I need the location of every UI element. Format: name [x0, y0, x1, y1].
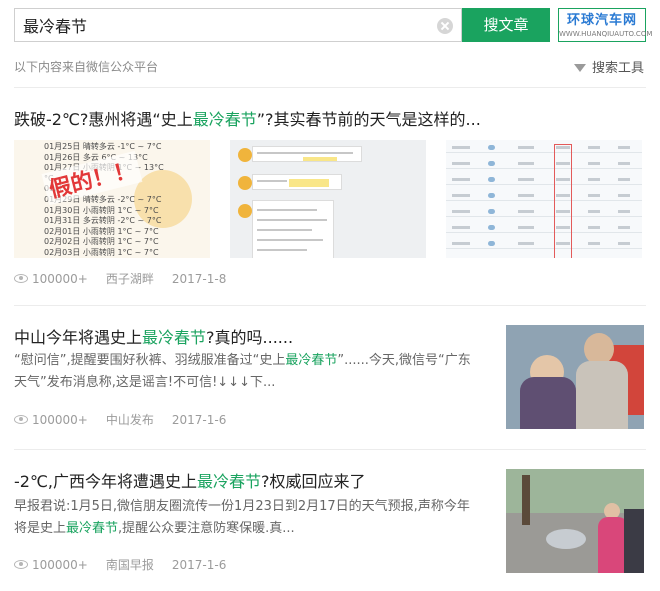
clear-icon[interactable] [437, 18, 453, 34]
result-1-thumb-chat[interactable] [230, 140, 426, 258]
source-note: 以下内容来自微信公众平台 [14, 60, 159, 74]
view-count: 100000+ [32, 558, 88, 572]
result-title-2[interactable]: 中山今年将遇史上最冷春节?真的吗...... [14, 324, 293, 348]
avatar [238, 204, 252, 218]
search-input[interactable] [15, 9, 435, 41]
chat-bubble [252, 174, 342, 190]
search-input-wrapper [14, 8, 462, 42]
view-count: 100000+ [32, 272, 88, 286]
result-1-thumb-table[interactable] [446, 140, 642, 258]
avatar [238, 148, 252, 162]
chat-bubble [252, 146, 362, 162]
title-text: -2℃,广西今年将遭遇史上 [14, 472, 198, 491]
result-meta: 100000+ 西子湖畔 2017-1-8 [14, 270, 226, 287]
publish-date: 2017-1-6 [171, 558, 227, 572]
result-2-thumb-photo[interactable] [506, 325, 644, 429]
result-3-thumb-photo[interactable] [506, 469, 644, 573]
eye-icon [14, 560, 28, 569]
site-logo-name: 环球汽车网 [566, 13, 637, 28]
avatar [238, 176, 252, 190]
title-keyword: 最冷春节 [192, 110, 257, 129]
eye-icon [14, 274, 28, 283]
highlight-box [554, 144, 572, 258]
search-tools-label: 搜索工具 [591, 61, 644, 76]
result-meta: 100000+ 中山发布 2017-1-6 [14, 411, 226, 428]
result-summary-2: “慰问信”,提醒要围好秋裤、羽绒服准备过“史上最冷春节”......今天,微信号… [14, 353, 471, 390]
site-logo-url: WWW.HUANQIUAUTO.COM [559, 30, 653, 38]
title-keyword: 最冷春节 [197, 472, 262, 491]
result-summary-3: 早报君说:1月5日,微信朋友圈流传一份1月23日到2月17日的天气预报,声称今年… [14, 499, 470, 536]
eye-icon [14, 415, 28, 424]
search-articles-button[interactable]: 搜文章 [462, 8, 550, 42]
divider [14, 449, 646, 450]
view-count: 100000+ [32, 413, 88, 427]
divider [14, 305, 646, 306]
account-name[interactable]: 南国早报 [106, 558, 154, 572]
publish-date: 2017-1-6 [171, 413, 227, 427]
title-keyword: 最冷春节 [142, 328, 207, 347]
result-1-thumb-weather[interactable]: 01月25日 晴转多云 -1°C ~ 7°C 01月26日 多云 6°C ~ 1… [14, 140, 210, 258]
search-bar: 搜文章 环球汽车网 WWW.HUANQIUAUTO.COM [14, 8, 653, 42]
publish-date: 2017-1-8 [171, 272, 227, 286]
title-text: ”?其实春节前的天气是这样的... [256, 110, 481, 129]
account-name[interactable]: 西子湖畔 [106, 272, 154, 286]
result-title-1[interactable]: 跌破-2℃?惠州将遇“史上最冷春节”?其实春节前的天气是这样的... [14, 106, 481, 130]
result-title-3[interactable]: -2℃,广西今年将遭遇史上最冷春节?权威回应来了 [14, 468, 366, 492]
result-meta: 100000+ 南国早报 2017-1-6 [14, 556, 226, 573]
title-text: 跌破-2℃?惠州将遇“史上 [14, 110, 193, 129]
account-name[interactable]: 中山发布 [106, 413, 154, 427]
filter-icon [573, 63, 586, 72]
search-tools-button[interactable]: 搜索工具 [573, 57, 644, 76]
title-text: ?权威回应来了 [261, 472, 366, 491]
chat-image-card [252, 200, 334, 258]
title-text: 中山今年将遇史上 [14, 328, 143, 347]
title-text: ?真的吗...... [206, 328, 294, 347]
site-logo: 环球汽车网 WWW.HUANQIUAUTO.COM [558, 8, 653, 42]
divider [14, 87, 646, 88]
